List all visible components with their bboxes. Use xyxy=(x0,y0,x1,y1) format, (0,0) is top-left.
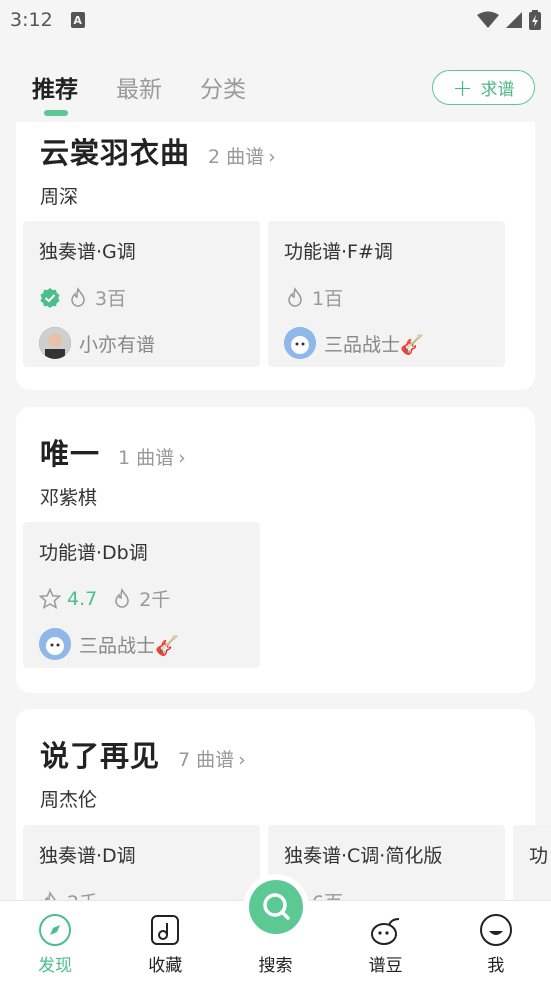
score-tile[interactable]: 独奏谱·C调·简化版 6百 xyxy=(268,825,505,900)
artist-name: 周深 xyxy=(40,186,79,208)
search-icon xyxy=(263,893,290,920)
wifi-icon xyxy=(477,11,499,28)
score-count-link[interactable]: 7 曲谱 › xyxy=(178,745,246,772)
artist-name: 邓紫棋 xyxy=(40,487,98,509)
compass-icon xyxy=(39,914,72,946)
flame-icon xyxy=(115,587,129,608)
nav-label: 谱豆 xyxy=(368,956,403,976)
signal-icon xyxy=(506,12,522,28)
avatar[interactable] xyxy=(39,628,71,660)
flame-icon xyxy=(288,286,302,307)
heat-value: 6百 xyxy=(312,888,343,900)
nav-favorites[interactable]: 收藏 xyxy=(120,901,210,976)
song-card[interactable]: 说了再见 7 曲谱› 周杰伦 独奏谱·D调 2千 独奏谱·C调·简化版 6百 功 xyxy=(16,709,551,900)
heat-value: 2千 xyxy=(139,589,171,611)
battery-icon xyxy=(529,10,541,30)
search-button[interactable] xyxy=(249,880,303,934)
uploader-name[interactable]: 三品战士🎸 xyxy=(324,330,424,357)
request-score-button[interactable]: + 求谱 xyxy=(432,70,535,105)
nav-me[interactable]: 我 xyxy=(451,901,541,976)
avatar[interactable] xyxy=(284,327,316,359)
nav-label: 搜索 xyxy=(258,956,293,976)
plus-icon: + xyxy=(452,73,473,102)
song-title: 唯一 xyxy=(40,437,101,471)
nav-label: 我 xyxy=(487,956,505,976)
score-tile[interactable]: 功能谱·F#调 1百 三品战士🎸 xyxy=(268,221,505,367)
song-card[interactable]: 唯一 1 曲谱 › 邓紫棋 功能谱·Db调 4.7 2千 三品战士🎸 xyxy=(16,407,535,693)
request-score-label: 求谱 xyxy=(480,80,515,100)
song-card[interactable]: 云裳羽衣曲 2 曲谱 › 周深 独奏谱·G调 3百 小亦有谱 功能谱·F#调 1… xyxy=(16,122,535,390)
feed-list[interactable]: 云裳羽衣曲 2 曲谱 › 周深 独奏谱·G调 3百 小亦有谱 功能谱·F#调 1… xyxy=(0,122,551,900)
score-count-link[interactable]: 2 曲谱 › xyxy=(208,142,276,169)
nav-beans[interactable]: 谱豆 xyxy=(341,901,431,976)
star-icon xyxy=(39,587,61,609)
verified-check-icon xyxy=(40,287,60,308)
status-icons xyxy=(477,10,541,30)
nav-discover[interactable]: 发现 xyxy=(10,901,100,976)
bean-icon xyxy=(370,918,399,945)
score-tile[interactable]: 功 xyxy=(513,825,551,900)
nav-label: 发现 xyxy=(38,956,73,976)
top-tab-bar: 推荐 最新 分类 + 求谱 xyxy=(0,58,551,120)
heat-value: 3百 xyxy=(95,288,127,310)
rating-value: 4.7 xyxy=(67,587,98,610)
score-count-link[interactable]: 1 曲谱 › xyxy=(118,443,186,470)
tab-latest[interactable]: 最新 xyxy=(116,58,162,104)
chevron-right-icon: › xyxy=(238,749,246,771)
bookmark-music-icon xyxy=(151,915,180,945)
uploader-name[interactable]: 小亦有谱 xyxy=(79,330,155,357)
chevron-right-icon: › xyxy=(268,146,276,168)
score-name: 独奏谱·C调·简化版 xyxy=(284,845,443,867)
score-name: 功 xyxy=(529,845,549,867)
chevron-right-icon: › xyxy=(178,447,186,469)
uploader-name[interactable]: 三品战士🎸 xyxy=(79,631,179,658)
heat-value: 1百 xyxy=(312,288,344,310)
score-name: 功能谱·Db调 xyxy=(39,542,148,564)
status-bar: 3:12 A xyxy=(0,0,551,40)
heat-value: 2千 xyxy=(67,888,98,900)
flame-icon xyxy=(71,286,85,307)
song-title: 说了再见 xyxy=(40,739,161,773)
avatar[interactable] xyxy=(39,327,71,359)
sim-icon: A xyxy=(70,12,85,28)
flame-icon xyxy=(44,890,57,900)
score-tile[interactable]: 独奏谱·G调 3百 小亦有谱 xyxy=(23,221,260,367)
tab-category[interactable]: 分类 xyxy=(200,58,246,104)
score-name: 独奏谱·D调 xyxy=(39,845,136,867)
score-name: 功能谱·F#调 xyxy=(284,241,393,263)
nav-label: 收藏 xyxy=(148,956,183,976)
score-tile[interactable]: 功能谱·Db调 4.7 2千 三品战士🎸 xyxy=(23,522,260,668)
artist-name: 周杰伦 xyxy=(40,789,98,811)
tab-recommend[interactable]: 推荐 xyxy=(32,58,78,116)
score-name: 独奏谱·G调 xyxy=(39,241,136,263)
smile-face-icon xyxy=(479,914,512,946)
score-tile[interactable]: 独奏谱·D调 2千 xyxy=(23,825,260,900)
status-time: 3:12 xyxy=(10,9,53,31)
song-title: 云裳羽衣曲 xyxy=(40,136,191,170)
